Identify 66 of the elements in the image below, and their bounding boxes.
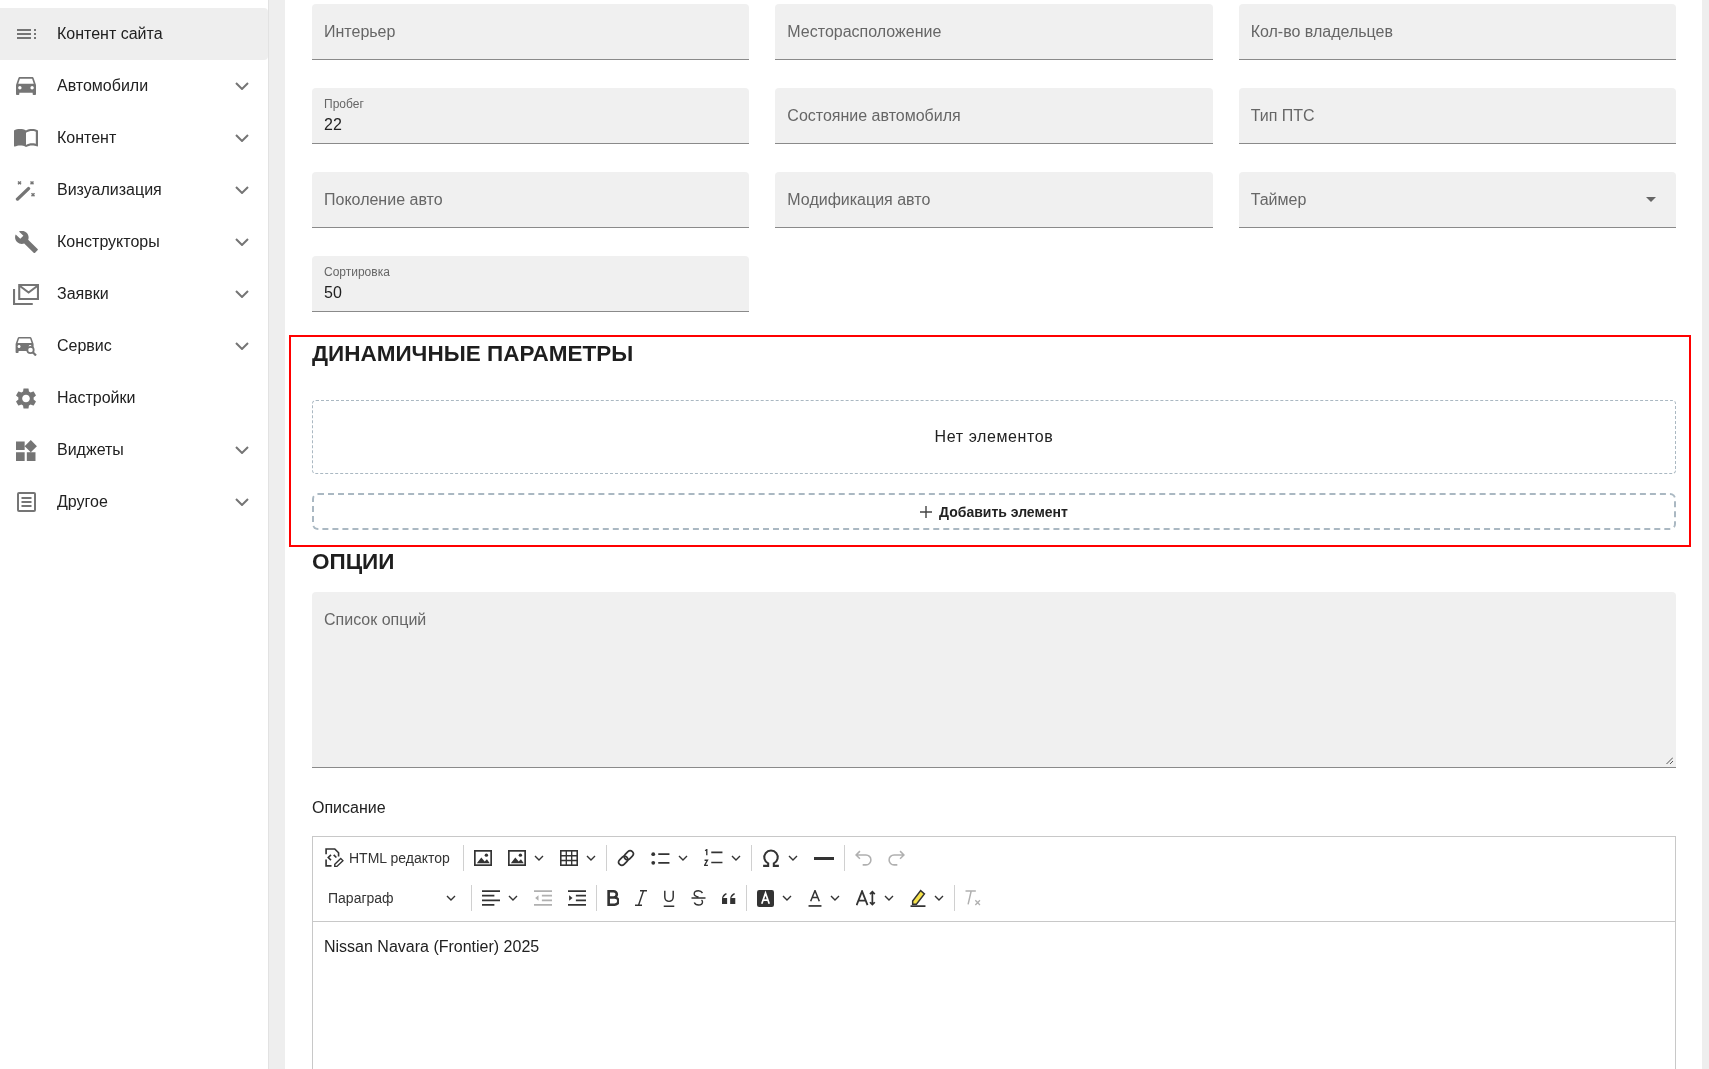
mail-stack-icon <box>13 283 39 305</box>
image-icon <box>507 850 526 866</box>
settings-icon <box>16 387 36 409</box>
numbered-list-icon <box>703 849 723 867</box>
highlighter-icon <box>910 889 926 907</box>
caret-icon <box>1646 197 1656 202</box>
text-field[interactable]: Состояние автомобиля <box>775 88 1213 144</box>
horizontal-line-icon <box>813 856 834 860</box>
align-left-icon <box>482 890 500 906</box>
bold-icon <box>607 890 619 906</box>
nav-item[interactable]: Контент <box>0 112 268 164</box>
bulleted-list-icon <box>650 851 670 865</box>
text-field[interactable]: Кол-во владельцев <box>1238 4 1676 60</box>
nav-item[interactable]: Настройки <box>0 372 268 424</box>
plus-icon <box>920 505 933 518</box>
document-icon <box>16 492 36 512</box>
format-select[interactable]: Параграф <box>317 881 469 915</box>
text-field[interactable]: Модификация авто <box>775 172 1213 228</box>
redo-icon <box>887 850 905 866</box>
nav-item[interactable]: Виджеты <box>0 424 268 476</box>
select-field[interactable]: Таймер <box>1238 172 1676 228</box>
text-field[interactable]: Пробег 22 <box>312 88 750 144</box>
car-icon <box>16 77 36 95</box>
undo-icon <box>854 850 872 866</box>
text-field[interactable]: Сортировка 50 <box>312 256 750 312</box>
link-icon <box>616 849 635 867</box>
indent-icon <box>568 890 586 906</box>
html-editor-button[interactable]: HTML редактор <box>317 841 461 875</box>
omega-icon <box>761 849 780 867</box>
image-icon <box>473 850 492 866</box>
quote-icon <box>722 892 736 904</box>
text-field[interactable]: Тип ПТС <box>1238 88 1676 144</box>
car-magnifier-icon <box>15 336 37 356</box>
wrench-icon <box>14 231 38 253</box>
nav-item[interactable]: Заявки <box>0 268 268 320</box>
nav-item[interactable]: Конструкторы <box>0 216 268 268</box>
text-field[interactable]: Месторасположение <box>775 4 1213 60</box>
underline-icon <box>663 889 675 907</box>
list-icon <box>16 29 36 39</box>
code-edit-icon <box>325 848 344 868</box>
widgets-icon <box>15 439 37 461</box>
text-field[interactable]: Поколение авто <box>312 172 750 228</box>
resize-grip-icon <box>1665 756 1673 764</box>
outdent-icon <box>534 890 552 906</box>
table-icon <box>559 850 578 866</box>
text-color-icon <box>808 889 822 907</box>
section-heading: ОПЦИИ <box>312 548 396 576</box>
editor-content-field[interactable]: Nissan Navara (Frontier) 2025 <box>313 922 1675 1069</box>
nav-item[interactable]: Сервис <box>0 320 268 372</box>
nav-item[interactable]: Автомобили <box>0 60 268 112</box>
text-field[interactable]: Интерьер <box>312 4 750 60</box>
textarea-field[interactable]: Список опций <box>312 592 1676 768</box>
book-icon <box>14 129 38 147</box>
nav-item[interactable]: Контент сайта <box>0 8 268 60</box>
clear-format-icon <box>965 890 981 906</box>
italic-icon <box>635 890 647 906</box>
add-element-button[interactable]: Добавить элемент <box>312 493 1676 530</box>
text-size-icon <box>856 890 876 906</box>
nav-item[interactable]: Визуализация <box>0 164 268 216</box>
nav-item[interactable]: Другое <box>0 476 268 528</box>
empty-state-panel: Нет элементов <box>312 400 1676 474</box>
strikethrough-icon <box>691 890 706 906</box>
magic-wand-icon <box>15 179 37 201</box>
text-background-icon <box>757 889 774 907</box>
section-heading: ДИНАМИЧНЫЕ ПАРАМЕТРЫ <box>312 340 635 368</box>
field-label: Описание <box>312 798 387 818</box>
